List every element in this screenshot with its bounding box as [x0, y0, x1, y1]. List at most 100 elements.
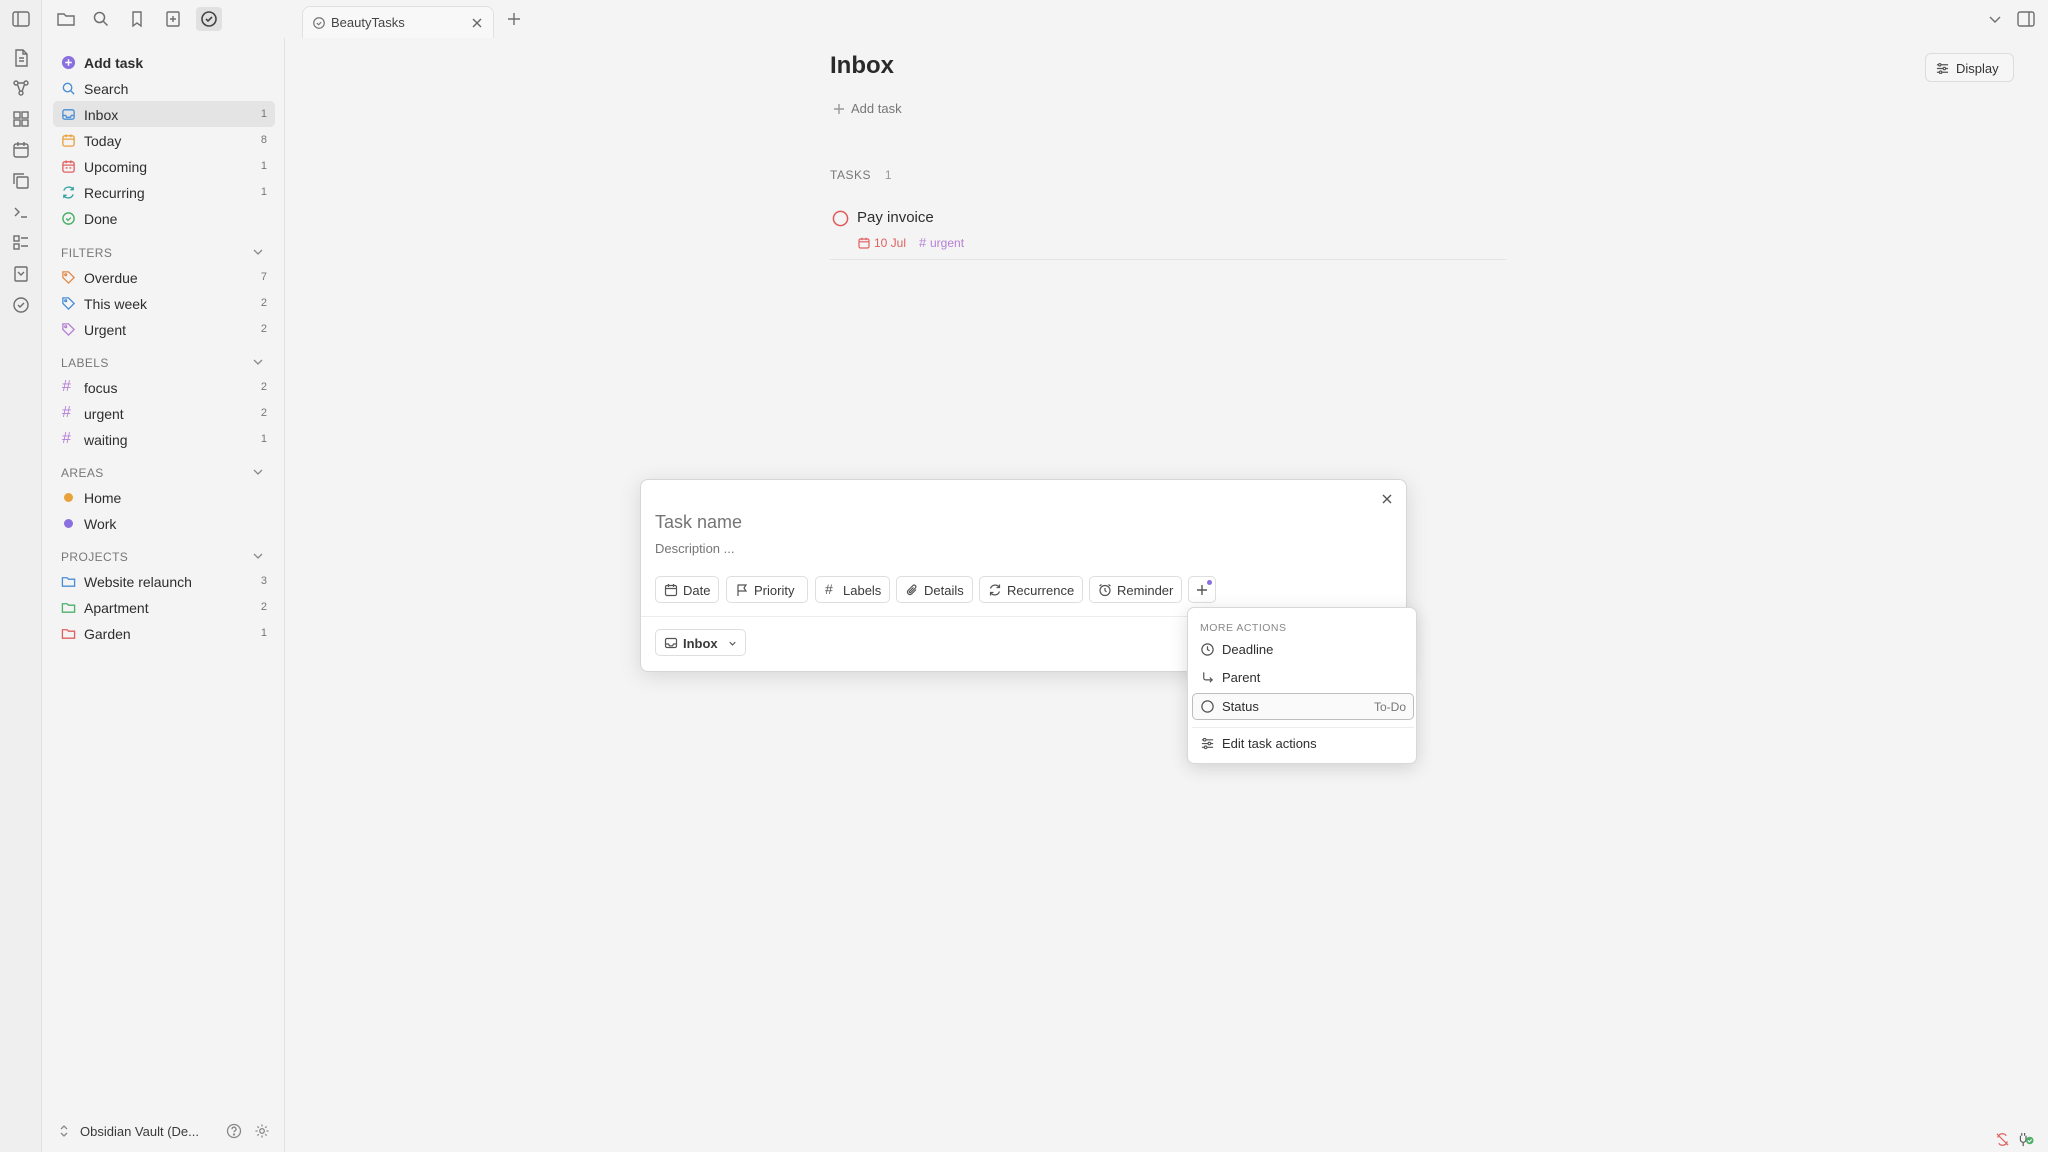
chip-label: Date	[683, 583, 711, 598]
new-note-icon[interactable]	[163, 9, 183, 29]
display-label: Display	[1956, 61, 1999, 76]
sidebar-item-label: waiting	[84, 432, 128, 448]
project-selector-button[interactable]: Inbox	[655, 629, 746, 656]
menu-item-deadline[interactable]: Deadline	[1192, 636, 1414, 663]
sidebar-item-done[interactable]: Done	[53, 205, 275, 231]
chevron-down-icon[interactable]	[251, 465, 265, 479]
hash-icon: #	[62, 430, 71, 447]
sidebar-item-label: Overdue	[84, 270, 138, 286]
vault-switcher-bar: Obsidian Vault (De...	[43, 1112, 285, 1152]
sidebar-item-label-focus[interactable]: # focus 2	[53, 374, 275, 400]
check-circle-icon	[61, 211, 76, 226]
help-icon[interactable]	[226, 1123, 242, 1139]
chevron-down-icon[interactable]	[251, 355, 265, 369]
sidebar-toggle-icon[interactable]	[11, 9, 31, 29]
plugin-status-icon[interactable]	[2017, 1132, 2035, 1147]
sidebar-item-today[interactable]: Today 8	[53, 127, 275, 153]
date-chip-button[interactable]: Date	[655, 576, 719, 603]
sync-off-icon[interactable]	[1995, 1132, 2010, 1147]
tab-beautytasks[interactable]: BeautyTasks	[302, 6, 494, 38]
labels-section-title: LABELS	[61, 356, 109, 370]
sidebar-item-label-urgent[interactable]: # urgent 2	[53, 400, 275, 426]
check-circle-icon[interactable]	[11, 295, 31, 315]
sidebar-item-search[interactable]: Search	[53, 75, 275, 101]
gear-icon[interactable]	[254, 1123, 270, 1139]
sidebar-item-this-week[interactable]: This week 2	[53, 290, 275, 316]
new-tab-icon[interactable]	[504, 9, 524, 29]
tasks-view-icon[interactable]	[196, 7, 222, 31]
task-checkbox[interactable]	[832, 210, 849, 227]
terminal-icon[interactable]	[11, 202, 31, 222]
sidebar-item-project-garden[interactable]: Garden 1	[53, 620, 275, 646]
more-actions-button[interactable]	[1188, 576, 1216, 603]
clock-icon	[1200, 642, 1215, 657]
folder-icon[interactable]	[56, 9, 76, 29]
more-actions-menu: MORE ACTIONS Deadline Parent Status To-D…	[1187, 607, 1417, 764]
inbox-icon	[664, 636, 678, 650]
close-icon[interactable]	[1378, 490, 1396, 508]
sidebar-item-area-home[interactable]: Home	[53, 484, 275, 510]
task-description-input[interactable]	[655, 538, 1255, 558]
add-task-label: Add task	[851, 101, 902, 116]
sidebar-item-label-waiting[interactable]: # waiting 1	[53, 426, 275, 452]
area-color-dot	[64, 493, 73, 502]
hash-icon: #	[825, 581, 833, 597]
graph-icon[interactable]	[11, 78, 31, 98]
close-icon[interactable]	[469, 15, 485, 31]
right-sidebar-toggle-icon[interactable]	[2016, 9, 2036, 29]
search-icon[interactable]	[91, 9, 111, 29]
chip-label: Priority	[754, 583, 795, 598]
sidebar-item-count: 1	[260, 186, 267, 198]
calendar-icon	[664, 583, 678, 597]
page-title: Inbox	[830, 52, 894, 79]
folder-icon	[61, 574, 76, 589]
plus-icon	[1195, 583, 1209, 597]
sidebar-item-label: Done	[84, 211, 118, 227]
file-icon[interactable]	[11, 48, 31, 68]
chevron-down-icon[interactable]	[251, 245, 265, 259]
recurrence-chip-button[interactable]: Recurrence	[979, 576, 1083, 603]
tab-bar: BeautyTasks	[0, 0, 2048, 38]
menu-item-label: Parent	[1222, 670, 1261, 685]
menu-item-edit-task-actions[interactable]: Edit task actions	[1192, 730, 1414, 757]
menu-item-parent[interactable]: Parent	[1192, 664, 1414, 691]
template-icon[interactable]	[11, 264, 31, 284]
sidebar-item-project-website-relaunch[interactable]: Website relaunch 3	[53, 568, 275, 594]
list-icon[interactable]	[11, 233, 31, 253]
sidebar-item-inbox[interactable]: Inbox 1	[53, 101, 275, 127]
task-name[interactable]: Pay invoice	[857, 209, 934, 226]
vault-name[interactable]: Obsidian Vault (De...	[80, 1124, 199, 1139]
copy-icon[interactable]	[11, 171, 31, 191]
priority-chip-button[interactable]: Priority	[726, 576, 808, 603]
grid-icon[interactable]	[11, 109, 31, 129]
sidebar-item-count: 2	[260, 407, 267, 419]
divider	[1192, 727, 1414, 728]
sidebar-item-urgent[interactable]: Urgent 2	[53, 316, 275, 342]
sidebar-item-add-task[interactable]: Add task	[53, 49, 275, 75]
task-label[interactable]: urgent	[930, 236, 964, 250]
sidebar-item-upcoming[interactable]: Upcoming 1	[53, 153, 275, 179]
sidebar-item-count: 7	[260, 271, 267, 283]
chevron-up-down-icon[interactable]	[57, 1124, 71, 1138]
display-button[interactable]: Display	[1925, 53, 2014, 82]
sidebar-item-overdue[interactable]: Overdue 7	[53, 264, 275, 290]
chevron-down-icon[interactable]	[251, 549, 265, 563]
menu-item-status[interactable]: Status To-Do	[1192, 693, 1414, 720]
corner-down-right-icon	[1200, 670, 1215, 685]
menu-item-label: Edit task actions	[1222, 736, 1317, 751]
sidebar-item-recurring[interactable]: Recurring 1	[53, 179, 275, 205]
calendar-range-icon	[61, 159, 76, 174]
task-row[interactable]: Pay invoice 10 Jul # urgent	[830, 206, 1506, 260]
labels-chip-button[interactable]: # Labels	[815, 576, 890, 603]
details-chip-button[interactable]: Details	[896, 576, 973, 603]
chevron-down-icon[interactable]	[1985, 9, 2005, 29]
reminder-chip-button[interactable]: Reminder	[1089, 576, 1182, 603]
task-name-input[interactable]	[655, 509, 1255, 535]
sliders-icon	[1936, 62, 1949, 75]
ribbon	[0, 0, 42, 1152]
sidebar-item-area-work[interactable]: Work	[53, 510, 275, 536]
bookmark-icon[interactable]	[127, 9, 147, 29]
calendar-icon[interactable]	[11, 140, 31, 160]
sidebar-item-project-apartment[interactable]: Apartment 2	[53, 594, 275, 620]
sidebar-item-count: 1	[260, 627, 267, 639]
